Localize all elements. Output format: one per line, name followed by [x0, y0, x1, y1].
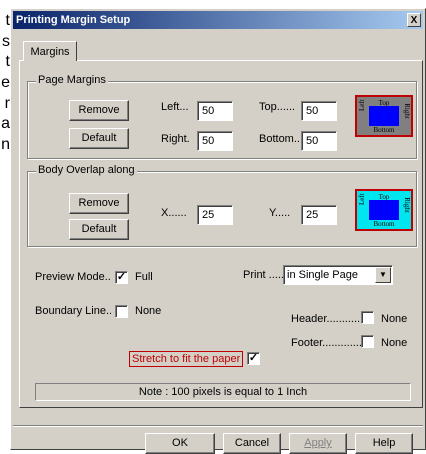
- right-margin-input[interactable]: 50: [197, 131, 233, 151]
- preview-bottom-label: Bottom: [373, 126, 395, 134]
- print-select-value: in Single Page: [287, 269, 358, 281]
- background-letter: a: [1, 115, 10, 132]
- y-overlap-input[interactable]: 25: [301, 205, 337, 225]
- body-overlap-remove-button[interactable]: Remove: [69, 193, 129, 214]
- body-overlap-preview: Top Bottom Left Right: [355, 189, 413, 231]
- page-margins-preview-page: [369, 106, 399, 126]
- stretch-to-fit-label: Stretch to fit the paper: [129, 351, 244, 367]
- header-checkbox[interactable]: [361, 311, 374, 324]
- preview-right-label: Right: [403, 197, 412, 213]
- preview-mode-label: Preview Mode..: [35, 271, 111, 283]
- left-margin-input[interactable]: 50: [197, 101, 233, 121]
- background-letter: e: [1, 74, 10, 91]
- bottom-margin-label: Bottom..: [259, 133, 300, 145]
- preview-left-label: Left: [358, 193, 366, 205]
- apply-button[interactable]: Apply: [289, 433, 347, 454]
- page-margins-preview: Top Bottom Left Right: [355, 95, 413, 137]
- preview-mode-value: Full: [135, 271, 153, 283]
- boundary-line-checkbox[interactable]: [115, 305, 128, 318]
- preview-right-label: Right: [403, 103, 412, 119]
- right-margin-label: Right.: [161, 133, 190, 145]
- body-overlap-default-button[interactable]: Default: [69, 219, 129, 240]
- preview-mode-checkbox[interactable]: ✓: [115, 271, 128, 284]
- preview-bottom-label: Bottom: [373, 220, 395, 228]
- top-margin-label: Top......: [259, 101, 296, 113]
- printing-margin-dialog: Printing Margin Setup X Margins Page Mar…: [10, 8, 426, 454]
- header-label: Header............: [291, 313, 364, 325]
- ok-button[interactable]: OK: [145, 433, 215, 454]
- footer-label: Footer..............: [291, 337, 365, 349]
- header-value: None: [381, 313, 408, 325]
- page-margins-group-label: Page Margins: [36, 74, 108, 86]
- chevron-down-icon[interactable]: ▼: [375, 267, 391, 283]
- dialog-title: Printing Margin Setup: [16, 14, 131, 26]
- footer-checkbox[interactable]: [361, 335, 374, 348]
- bottom-margin-input[interactable]: 50: [301, 131, 337, 151]
- background-letter: s: [2, 33, 10, 50]
- help-button[interactable]: Help: [355, 433, 413, 454]
- bottom-divider: [13, 425, 423, 427]
- cancel-button[interactable]: Cancel: [223, 433, 281, 454]
- left-margin-label: Left...: [161, 101, 189, 113]
- body-overlap-group-label: Body Overlap along: [36, 164, 137, 176]
- footer-value: None: [381, 337, 408, 349]
- title-bar[interactable]: Printing Margin Setup X: [13, 11, 423, 29]
- top-margin-input[interactable]: 50: [301, 101, 337, 121]
- body-overlap-preview-page: [369, 200, 399, 220]
- boundary-line-value: None: [135, 305, 162, 317]
- print-select[interactable]: in Single Page ▼: [283, 265, 393, 285]
- page-margins-remove-button[interactable]: Remove: [69, 100, 129, 121]
- note-text: Note : 100 pixels is equal to 1 Inch: [35, 383, 411, 401]
- x-overlap-label: X......: [161, 207, 187, 219]
- close-button[interactable]: X: [407, 13, 421, 27]
- tab-margins[interactable]: Margins: [23, 41, 77, 61]
- y-overlap-label: Y.....: [269, 207, 291, 219]
- print-label: Print .....: [243, 269, 284, 281]
- stretch-to-fit-checkbox[interactable]: ✓: [247, 352, 260, 365]
- background-letter: n: [1, 136, 10, 153]
- x-overlap-input[interactable]: 25: [197, 205, 233, 225]
- preview-left-label: Left: [358, 99, 366, 111]
- boundary-line-label: Boundary Line..: [35, 305, 113, 317]
- page-margins-default-button[interactable]: Default: [69, 128, 129, 149]
